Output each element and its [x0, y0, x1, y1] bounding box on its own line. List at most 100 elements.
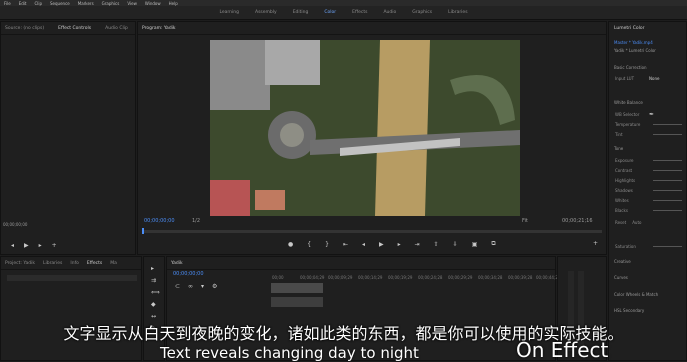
saturation-row: Saturation: [615, 242, 682, 250]
shadows-slider[interactable]: [653, 189, 682, 191]
shadows-label: Shadows: [615, 187, 633, 193]
workspace-color[interactable]: Color: [324, 10, 336, 15]
ruler-tick: 00;00;24;28: [418, 275, 443, 280]
menu-markers[interactable]: Markers: [78, 1, 94, 6]
workspace-learning[interactable]: Learning: [219, 10, 239, 15]
tab-libraries[interactable]: Libraries: [43, 261, 62, 266]
highlights-slider[interactable]: [653, 179, 682, 181]
section-hsl-secondary[interactable]: HSL Secondary: [614, 308, 644, 313]
razor-tool-icon[interactable]: ◆: [151, 301, 156, 308]
ruler-tick: 00;00;14;29: [358, 275, 383, 280]
add-marker-icon[interactable]: +: [52, 242, 57, 249]
menu-sequence[interactable]: Sequence: [50, 1, 70, 6]
timeline-timecode: 00;00;00;00: [173, 271, 204, 277]
auto-button[interactable]: Auto: [632, 220, 641, 225]
fit-select[interactable]: Fit: [522, 218, 528, 224]
menu-window[interactable]: Window: [145, 1, 161, 6]
wb-selector-row: WB Selector ✒: [615, 110, 682, 118]
go-to-in-icon[interactable]: ⇤: [343, 241, 348, 248]
menu-graphics[interactable]: Graphics: [102, 1, 120, 6]
video-clip[interactable]: [271, 283, 323, 293]
effects-search-input[interactable]: [7, 275, 137, 281]
saturation-slider[interactable]: [653, 245, 682, 247]
step-forward-icon[interactable]: ▸: [398, 241, 401, 248]
section-creative[interactable]: Creative: [614, 259, 631, 264]
section-tone[interactable]: Tone: [614, 146, 623, 151]
add-marker-icon[interactable]: ●: [288, 241, 293, 248]
reset-button[interactable]: Reset: [615, 220, 626, 225]
step-back-icon[interactable]: ◂: [11, 242, 14, 249]
menu-view[interactable]: View: [127, 1, 137, 6]
workspace-libraries[interactable]: Libraries: [448, 10, 467, 15]
input-lut-select[interactable]: None: [649, 76, 659, 81]
track-select-icon[interactable]: ⇉: [151, 277, 156, 284]
tab-source[interactable]: Source: (no clips): [5, 26, 44, 31]
audio-clip[interactable]: [271, 297, 323, 307]
tab-markers[interactable]: Ma: [110, 261, 117, 266]
tab-effect-controls[interactable]: Effect Controls: [58, 26, 91, 31]
workspace-assembly[interactable]: Assembly: [255, 10, 277, 15]
section-white-balance[interactable]: White Balance: [614, 100, 643, 105]
settings-icon[interactable]: ⚙: [212, 283, 217, 290]
section-color-wheels[interactable]: Color Wheels & Match: [614, 292, 658, 297]
workspace-effects[interactable]: Effects: [352, 10, 367, 15]
section-curves[interactable]: Curves: [614, 275, 628, 280]
tab-effects[interactable]: Effects: [87, 261, 102, 266]
temperature-slider[interactable]: [653, 123, 682, 125]
track-header-controls: ⊂ ∞ ▾ ⚙: [175, 283, 217, 290]
exposure-slider[interactable]: [653, 159, 682, 161]
playhead[interactable]: [142, 228, 144, 234]
blacks-row: Blacks: [615, 206, 682, 214]
tab-info[interactable]: Info: [70, 261, 79, 266]
workspace-graphics[interactable]: Graphics: [412, 10, 432, 15]
lift-icon[interactable]: ⇧: [434, 241, 439, 248]
snap-icon[interactable]: ⊂: [175, 283, 180, 290]
lumetri-master[interactable]: Master * Yadik.mp4: [614, 40, 653, 45]
wb-selector-label: WB Selector: [615, 111, 640, 117]
mark-out-icon[interactable]: }: [325, 241, 329, 248]
lumetri-clip[interactable]: Yadik * Lumetri Color: [614, 48, 656, 53]
blacks-slider[interactable]: [653, 209, 682, 211]
exposure-label: Exposure: [615, 157, 634, 163]
timeline-tabs: Yadik: [167, 257, 555, 270]
linked-selection-icon[interactable]: ∞: [188, 283, 193, 290]
program-title[interactable]: Program: Yadik: [142, 26, 176, 31]
menu-file[interactable]: File: [4, 1, 11, 6]
program-video-frame: [210, 40, 520, 216]
timeline-tab[interactable]: Yadik: [171, 261, 183, 266]
ripple-edit-icon[interactable]: ⟺: [151, 289, 160, 296]
whites-slider[interactable]: [653, 199, 682, 201]
menu-clip[interactable]: Clip: [34, 1, 42, 6]
selection-tool-icon[interactable]: ▸: [151, 265, 154, 272]
go-to-out-icon[interactable]: ⇥: [415, 241, 420, 248]
mark-in-icon[interactable]: {: [307, 241, 311, 248]
slip-tool-icon[interactable]: ↔: [151, 313, 156, 320]
source-tabs: Source: (no clips) Effect Controls Audio…: [1, 22, 135, 35]
program-scrubber[interactable]: [142, 228, 602, 234]
tab-audio-clip-mixer[interactable]: Audio Clip: [105, 26, 128, 31]
menu-edit[interactable]: Edit: [19, 1, 27, 6]
highlights-row: Highlights: [615, 176, 682, 184]
compare-view-icon[interactable]: ⧉: [491, 240, 495, 248]
play-icon[interactable]: ▶: [24, 242, 29, 249]
workspace-editing[interactable]: Editing: [293, 10, 309, 15]
exposure-row: Exposure: [615, 156, 682, 164]
program-page: 1/2: [192, 218, 201, 224]
add-button-icon[interactable]: +: [593, 240, 598, 247]
eyedropper-icon[interactable]: ✒: [649, 111, 654, 118]
source-timecode: 00;00;00;00: [3, 222, 28, 227]
extract-icon[interactable]: ⇩: [453, 241, 458, 248]
contrast-slider[interactable]: [653, 169, 682, 171]
section-basic-correction[interactable]: Basic Correction: [614, 65, 647, 70]
menu-help[interactable]: Help: [169, 1, 178, 6]
export-frame-icon[interactable]: ▣: [472, 241, 478, 248]
tint-slider[interactable]: [653, 133, 682, 135]
step-forward-icon[interactable]: ▸: [39, 242, 42, 249]
timeline-ruler[interactable]: 00;00 00;00;04;29 00;00;09;29 00;00;14;2…: [272, 275, 560, 283]
tab-project[interactable]: Project: Yadik: [5, 261, 35, 266]
contrast-label: Contrast: [615, 167, 633, 173]
workspace-audio[interactable]: Audio: [383, 10, 396, 15]
add-marker-icon[interactable]: ▾: [201, 283, 204, 290]
step-back-icon[interactable]: ◂: [362, 241, 365, 248]
play-icon[interactable]: ▶: [379, 241, 384, 248]
